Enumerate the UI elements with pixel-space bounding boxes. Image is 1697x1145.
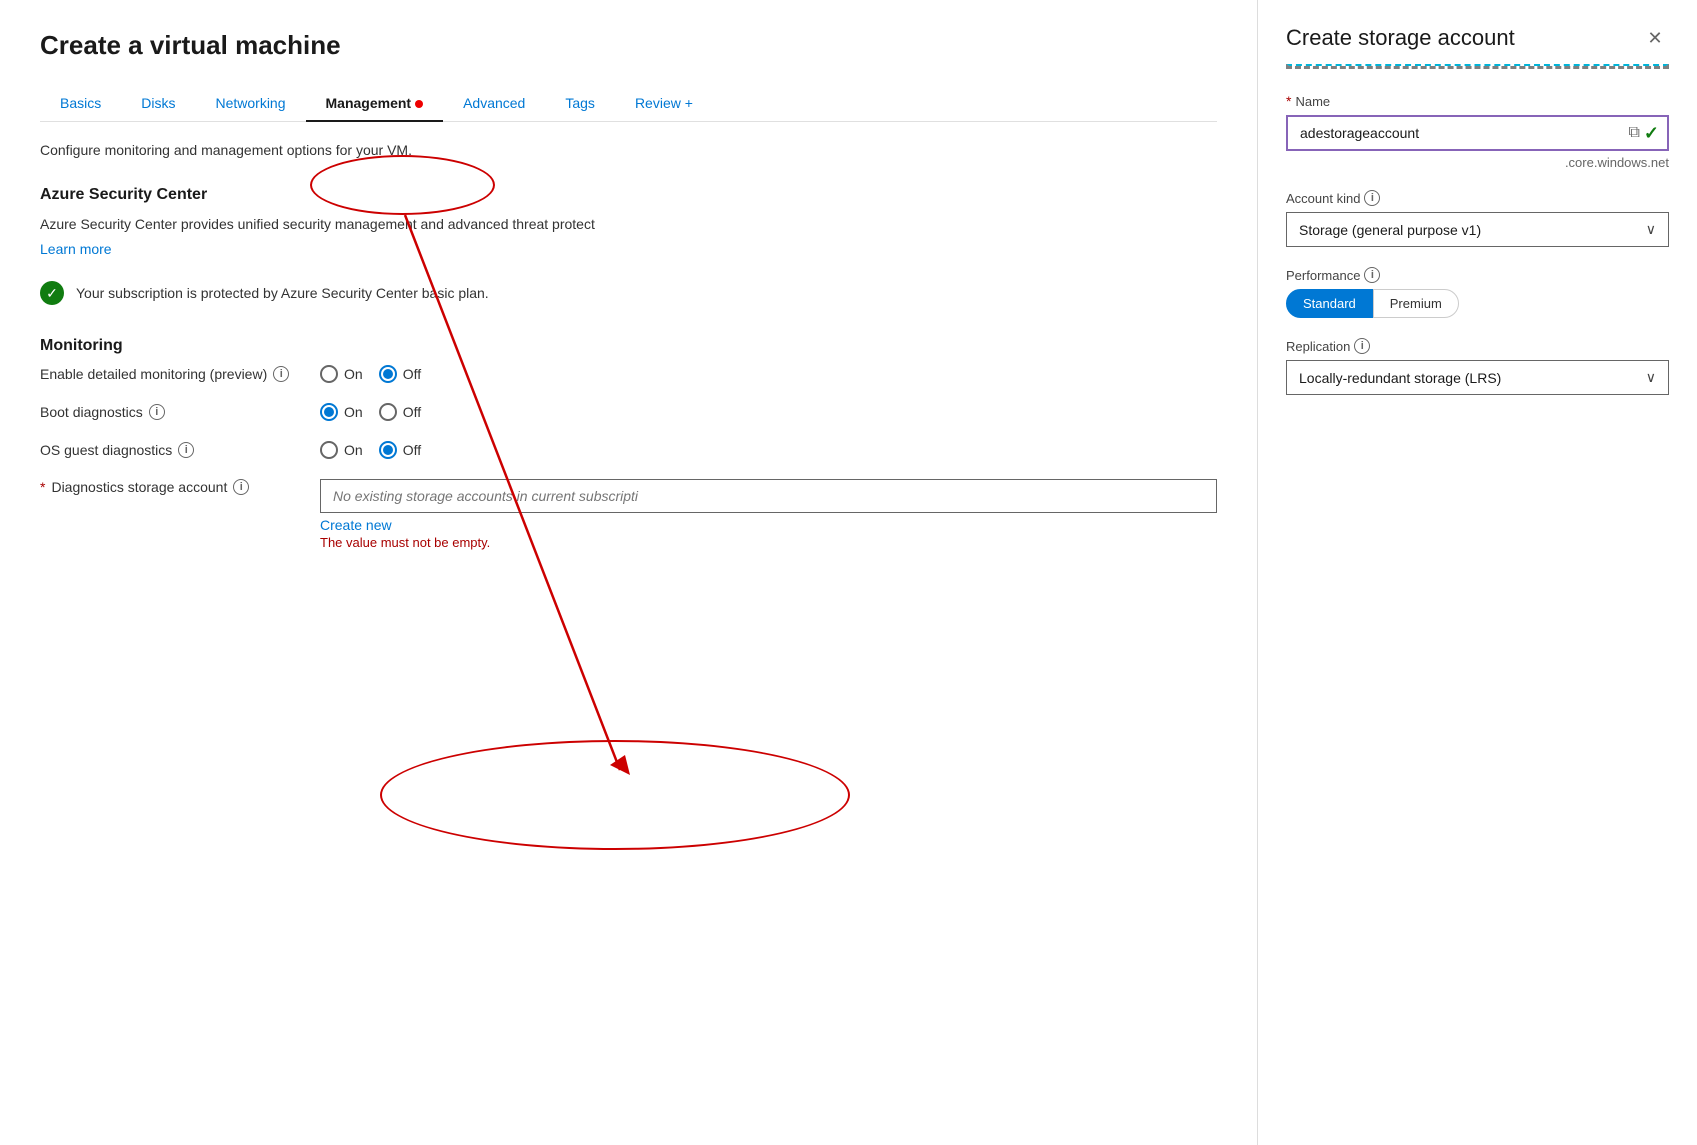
account-kind-arrow: ∨ [1646, 221, 1656, 238]
radio-guest-off-selected [379, 441, 397, 459]
storage-account-row: * Diagnostics storage account i Create n… [40, 479, 1217, 550]
name-input-icons: ⧉ ✓ [1620, 123, 1667, 144]
radio-on-circle [320, 365, 338, 383]
panel-divider [1286, 64, 1669, 69]
close-button[interactable]: ✕ [1641, 24, 1669, 52]
os-guest-label: OS guest diagnostics i [40, 442, 320, 458]
monitoring-section: Monitoring Enable detailed monitoring (p… [40, 337, 1217, 550]
left-panel: Create a virtual machine Basics Disks Ne… [0, 0, 1257, 1145]
tabs-bar: Basics Disks Networking Management Advan… [40, 85, 1217, 122]
storage-account-input[interactable] [320, 479, 1217, 513]
radio-off-circle [379, 403, 397, 421]
detailed-monitoring-options: On Off [320, 365, 421, 383]
os-guest-off[interactable]: Off [379, 441, 421, 459]
panel-header: Create storage account ✕ [1258, 0, 1697, 64]
radio-on-selected [320, 403, 338, 421]
boot-diagnostics-row: Boot diagnostics i On Off [40, 403, 1217, 421]
storage-annotation-circle [380, 740, 850, 850]
boot-diagnostics-label: Boot diagnostics i [40, 404, 320, 420]
name-field-label: * Name [1286, 93, 1669, 109]
os-guest-diagnostics-row: OS guest diagnostics i On Off [40, 441, 1217, 459]
performance-info-icon[interactable]: i [1364, 267, 1380, 283]
radio-off-circle-selected [379, 365, 397, 383]
tab-annotation-circle [310, 155, 495, 215]
panel-title: Create storage account [1286, 25, 1515, 51]
tab-error-dot [415, 100, 423, 108]
azure-security-heading: Azure Security Center [40, 186, 1217, 204]
performance-label: Performance i [1286, 267, 1669, 283]
check-icon: ✓ [40, 281, 64, 305]
domain-suffix: .core.windows.net [1286, 155, 1669, 170]
radio-guest-on [320, 441, 338, 459]
detailed-monitoring-label: Enable detailed monitoring (preview) i [40, 366, 320, 382]
boot-diagnostics-on[interactable]: On [320, 403, 363, 421]
boot-diagnostics-info-icon[interactable]: i [149, 404, 165, 420]
page-title: Create a virtual machine [40, 30, 1217, 61]
name-input-wrapper: ⧉ ✓ [1286, 115, 1669, 151]
tab-disks[interactable]: Disks [121, 85, 195, 121]
subscription-notice: ✓ Your subscription is protected by Azur… [40, 281, 1217, 305]
valid-check-icon: ✓ [1644, 123, 1659, 144]
storage-account-label: * Diagnostics storage account i [40, 479, 320, 495]
replication-dropdown[interactable]: Locally-redundant storage (LRS) ∨ [1286, 360, 1669, 395]
account-kind-label: Account kind i [1286, 190, 1669, 206]
azure-security-text: Azure Security Center provides unified s… [40, 214, 1217, 235]
monitoring-heading: Monitoring [40, 337, 1217, 355]
annotation-arrow [0, 0, 1257, 1145]
tab-tags[interactable]: Tags [545, 85, 615, 121]
storage-account-error: The value must not be empty. [320, 535, 1217, 550]
tab-management[interactable]: Management [306, 85, 444, 121]
os-guest-on[interactable]: On [320, 441, 363, 459]
name-required-star: * [1286, 93, 1291, 109]
subscription-notice-text: Your subscription is protected by Azure … [76, 285, 489, 301]
storage-input-wrapper: Create new The value must not be empty. [320, 479, 1217, 550]
account-kind-dropdown[interactable]: Storage (general purpose v1) ∨ [1286, 212, 1669, 247]
learn-more-link[interactable]: Learn more [40, 241, 112, 257]
boot-diagnostics-off[interactable]: Off [379, 403, 421, 421]
detailed-monitoring-off[interactable]: Off [379, 365, 421, 383]
os-guest-options: On Off [320, 441, 421, 459]
performance-toggle-group: Standard Premium [1286, 289, 1669, 318]
detailed-monitoring-info-icon[interactable]: i [273, 366, 289, 382]
tab-basics[interactable]: Basics [40, 85, 121, 121]
tab-networking[interactable]: Networking [195, 85, 305, 121]
replication-arrow: ∨ [1646, 369, 1656, 386]
performance-premium-btn[interactable]: Premium [1373, 289, 1459, 318]
create-new-link[interactable]: Create new [320, 517, 1217, 533]
tab-review[interactable]: Review + [615, 85, 713, 121]
os-guest-info-icon[interactable]: i [178, 442, 194, 458]
account-kind-info-icon[interactable]: i [1364, 190, 1380, 206]
replication-label: Replication i [1286, 338, 1669, 354]
storage-required-star: * [40, 479, 45, 495]
right-panel: Create storage account ✕ * Name ⧉ ✓ .cor… [1257, 0, 1697, 1145]
section-description: Configure monitoring and management opti… [40, 142, 1217, 158]
name-input[interactable] [1288, 117, 1620, 149]
storage-account-info-icon[interactable]: i [233, 479, 249, 495]
detailed-monitoring-row: Enable detailed monitoring (preview) i O… [40, 365, 1217, 383]
performance-standard-btn[interactable]: Standard [1286, 289, 1373, 318]
replication-info-icon[interactable]: i [1354, 338, 1370, 354]
copy-icon: ⧉ [1628, 124, 1639, 142]
tab-advanced[interactable]: Advanced [443, 85, 545, 121]
detailed-monitoring-on[interactable]: On [320, 365, 363, 383]
panel-body: * Name ⧉ ✓ .core.windows.net Account kin… [1258, 93, 1697, 1145]
boot-diagnostics-options: On Off [320, 403, 421, 421]
